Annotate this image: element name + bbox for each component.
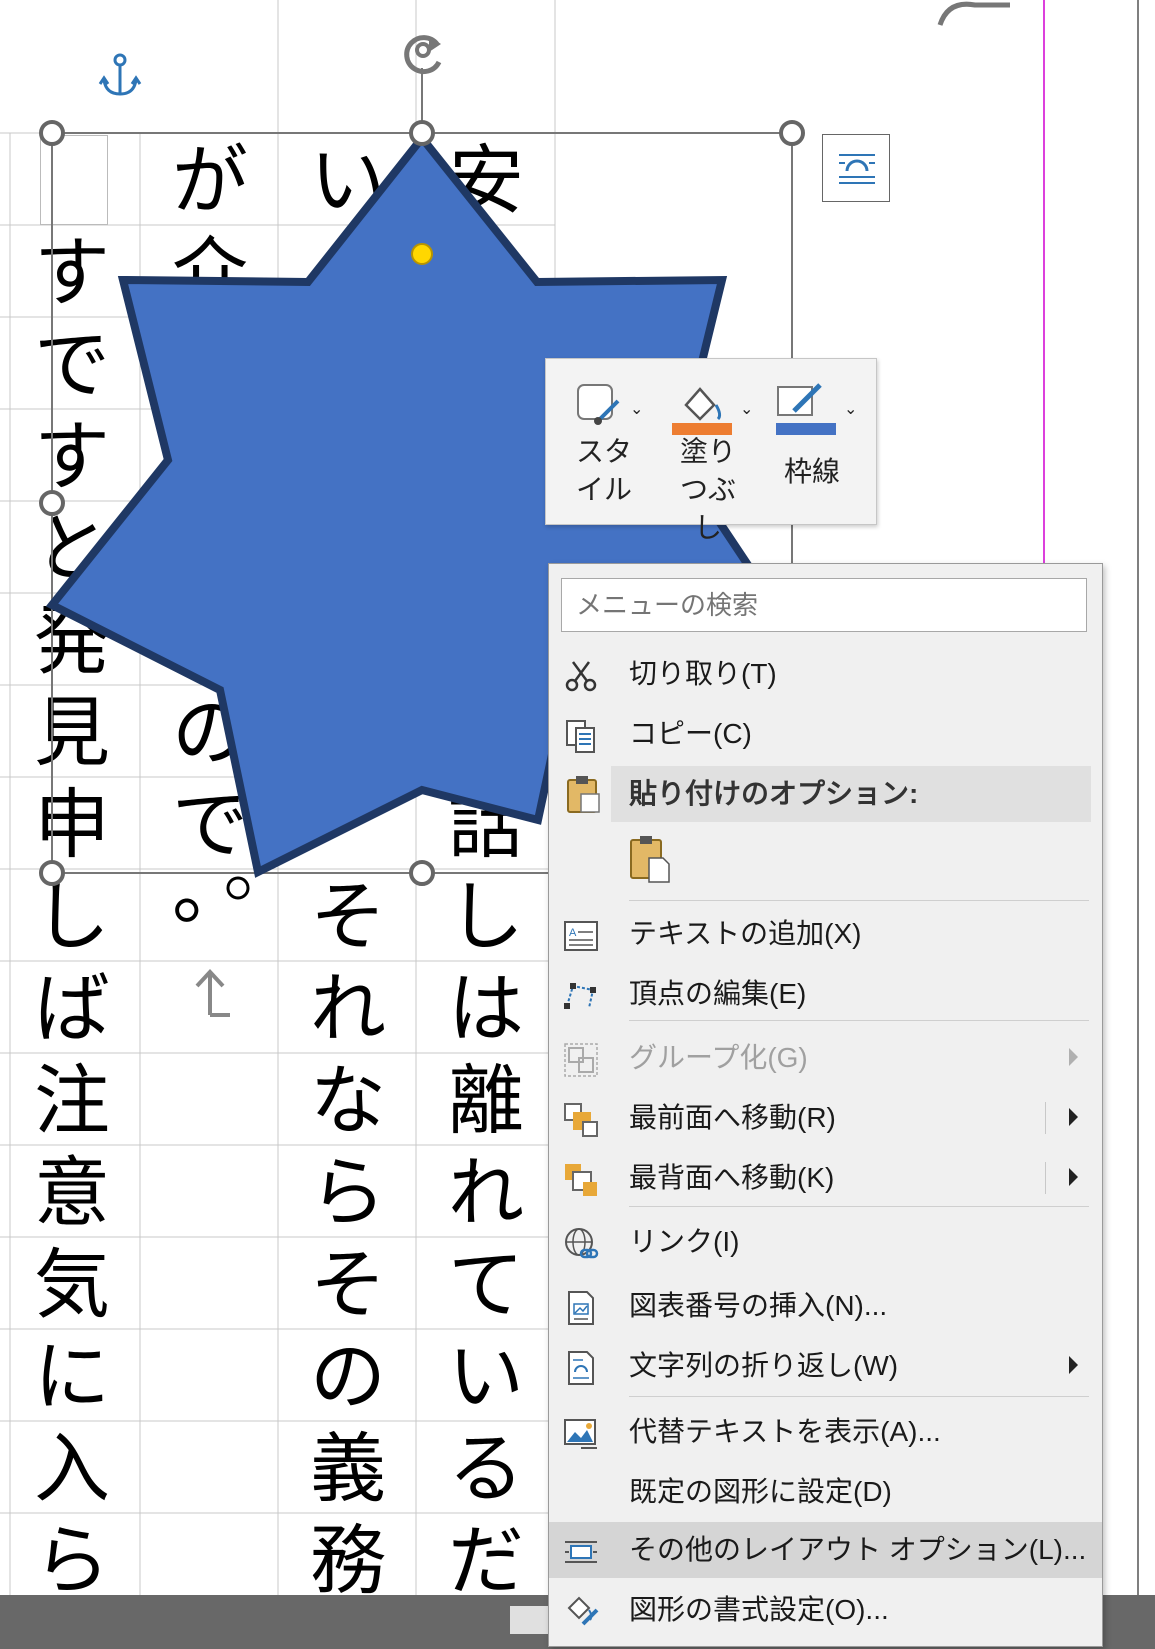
- paste-keep-format-button[interactable]: [627, 834, 677, 884]
- resize-handle-sw[interactable]: [39, 860, 65, 886]
- chevron-down-icon: ⌄: [844, 401, 858, 418]
- bring-to-front-icon: [564, 1103, 598, 1137]
- menu-split-divider: [1045, 1102, 1046, 1134]
- group-icon: [564, 1043, 598, 1077]
- menu-split-divider: [1045, 1162, 1046, 1194]
- paste-icon: [630, 836, 670, 883]
- context-menu: 切り取り(T) コピー(C) 貼り付けのオプション: A テキストの追加(X): [548, 563, 1103, 1647]
- adjust-handle[interactable]: [411, 243, 433, 265]
- alt-text-icon: [564, 1419, 597, 1449]
- period-mark: [226, 876, 250, 900]
- shape-style-icon: [577, 384, 620, 425]
- mini-toolbar: ⌄ スタイル ⌄ 塗りつぶし ⌄ 枠線: [545, 358, 877, 543]
- text-box-icon: A: [564, 921, 598, 951]
- chevron-down-icon: ⌄: [740, 401, 754, 418]
- menu-item-more-layout[interactable]: その他のレイアウト オプション(L)...: [549, 1522, 1102, 1578]
- submenu-arrow-icon: [1069, 1356, 1078, 1374]
- menu-item-edit-points[interactable]: 頂点の編集(E): [549, 966, 1102, 1022]
- pen-outline-icon: [776, 383, 836, 435]
- send-to-back-icon: [565, 1164, 597, 1196]
- outline-label: 枠線: [783, 456, 840, 487]
- paste-options-header: 貼り付けのオプション:: [611, 766, 1091, 822]
- menu-item-alt-text[interactable]: 代替テキストを表示(A)...: [549, 1404, 1102, 1460]
- wrap-text-icon: [568, 1351, 594, 1385]
- fill-button[interactable]: ⌄ 塗りつぶし: [660, 377, 756, 543]
- submenu-arrow-icon[interactable]: [1069, 1168, 1078, 1186]
- layout-options-icon: [565, 1541, 597, 1563]
- menu-item-group[interactable]: グループ化(G): [549, 1030, 1102, 1086]
- menu-separator: [629, 1206, 1089, 1207]
- outline-button[interactable]: ⌄ 枠線: [764, 377, 860, 517]
- layout-options-button[interactable]: [822, 134, 890, 202]
- menu-item-wrap-text[interactable]: 文字列の折り返し(W): [549, 1338, 1102, 1394]
- resize-handle-ne[interactable]: [779, 120, 805, 146]
- wrap-text-icon: [839, 154, 875, 184]
- submenu-arrow-icon: [1069, 1048, 1078, 1066]
- link-globe-icon: [565, 1228, 599, 1259]
- menu-item-cut[interactable]: 切り取り(T): [549, 646, 1102, 702]
- menu-item-add-text[interactable]: A テキストの追加(X): [549, 906, 1102, 962]
- svg-text:A: A: [569, 927, 577, 939]
- resize-handle-nw[interactable]: [39, 120, 65, 146]
- submenu-arrow-icon[interactable]: [1069, 1108, 1078, 1126]
- status-bar-icon[interactable]: [510, 1606, 550, 1634]
- menu-separator: [629, 1020, 1089, 1021]
- menu-item-bring-front[interactable]: 最前面へ移動(R): [549, 1090, 1102, 1146]
- scissors-icon: [565, 661, 597, 692]
- style-label: スタイル: [575, 436, 632, 505]
- menu-item-send-back[interactable]: 最背面へ移動(K): [549, 1150, 1102, 1206]
- copy-icon: [566, 720, 595, 753]
- chevron-down-icon: ⌄: [630, 401, 644, 418]
- format-shape-icon: [567, 1596, 599, 1626]
- edit-points-icon: [564, 983, 596, 1009]
- fill-label: 塗りつぶし: [679, 436, 736, 543]
- resize-handle-w[interactable]: [39, 490, 65, 516]
- resize-handle-s[interactable]: [409, 860, 435, 886]
- caption-icon: [568, 1291, 594, 1325]
- menu-search-input[interactable]: [561, 578, 1087, 632]
- resize-handle-n[interactable]: [409, 120, 435, 146]
- rotate-handle-icon[interactable]: [395, 22, 465, 82]
- clipboard-icon: [567, 776, 600, 813]
- menu-item-insert-caption[interactable]: 図表番号の挿入(N)...: [549, 1278, 1102, 1334]
- menu-separator: [629, 900, 1089, 901]
- menu-separator: [629, 1396, 1089, 1397]
- style-button[interactable]: ⌄ スタイル: [556, 377, 652, 517]
- menu-item-format-shape[interactable]: 図形の書式設定(O)...: [549, 1582, 1102, 1638]
- menu-item-copy[interactable]: コピー(C): [549, 706, 1102, 762]
- paint-bucket-icon: [672, 387, 732, 435]
- menu-item-link[interactable]: リンク(I): [549, 1214, 1102, 1270]
- menu-item-set-default[interactable]: 既定の図形に設定(D): [549, 1464, 1102, 1520]
